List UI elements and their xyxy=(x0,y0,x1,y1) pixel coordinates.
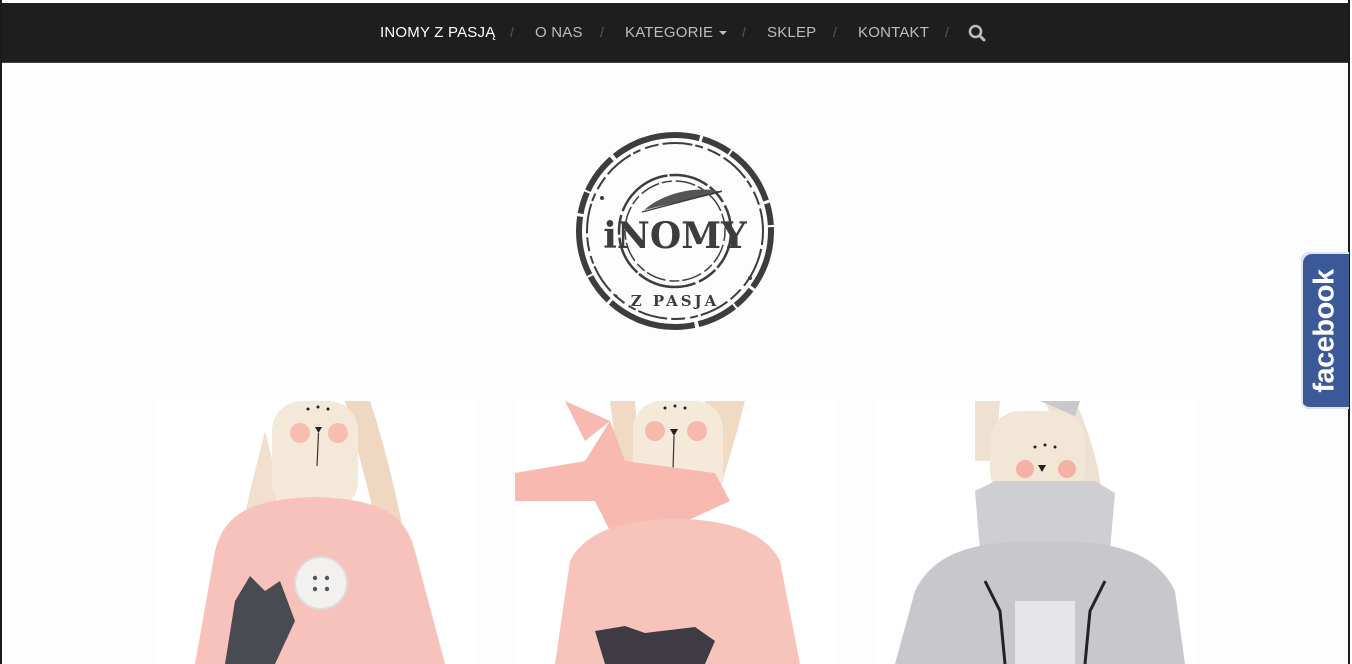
site-logo[interactable]: iNOMY Z PASJA xyxy=(572,128,778,334)
logo-subtitle: Z PASJA xyxy=(631,292,720,310)
nav-item-label: SKLEP xyxy=(767,24,817,41)
nav-separator: / xyxy=(742,24,747,40)
bunny-illustration xyxy=(515,401,835,664)
nav-item-o-nas[interactable]: O NAS xyxy=(535,3,583,62)
nav-item-home[interactable]: INOMY Z PASJĄ xyxy=(380,3,495,62)
bunny-illustration xyxy=(155,401,475,664)
nav-separator: / xyxy=(600,24,605,40)
bunny-illustration xyxy=(875,401,1195,664)
nav-item-kontakt[interactable]: KONTAKT xyxy=(858,3,929,62)
product-image-grey-bunny-hoodie[interactable] xyxy=(875,401,1195,664)
nav-separator: / xyxy=(945,24,950,40)
product-image-pink-bunny-button[interactable] xyxy=(155,401,475,664)
logo-title: iNOMY xyxy=(603,215,748,257)
nav-separator: / xyxy=(833,24,838,40)
nav-item-label: INOMY Z PASJĄ xyxy=(380,24,496,41)
nav-item-label: KATEGORIE xyxy=(625,24,714,41)
facebook-tab[interactable]: facebook xyxy=(1301,252,1349,409)
chevron-down-icon xyxy=(719,31,728,36)
nav-item-label: KONTAKT xyxy=(858,24,930,41)
nav-item-sklep[interactable]: SKLEP xyxy=(767,3,816,62)
product-image-pink-bunny-scarf[interactable] xyxy=(515,401,835,664)
nav-item-kategorie[interactable]: KATEGORIE xyxy=(625,3,728,62)
search-icon[interactable] xyxy=(968,24,986,42)
nav-item-label: O NAS xyxy=(535,24,583,41)
main-navigation: INOMY Z PASJĄ / O NAS / KATEGORIE / SKLE… xyxy=(2,3,1348,63)
logo-stamp: iNOMY Z PASJA xyxy=(576,132,774,330)
facebook-label: facebook xyxy=(1308,268,1341,393)
nav-separator: / xyxy=(510,24,515,40)
